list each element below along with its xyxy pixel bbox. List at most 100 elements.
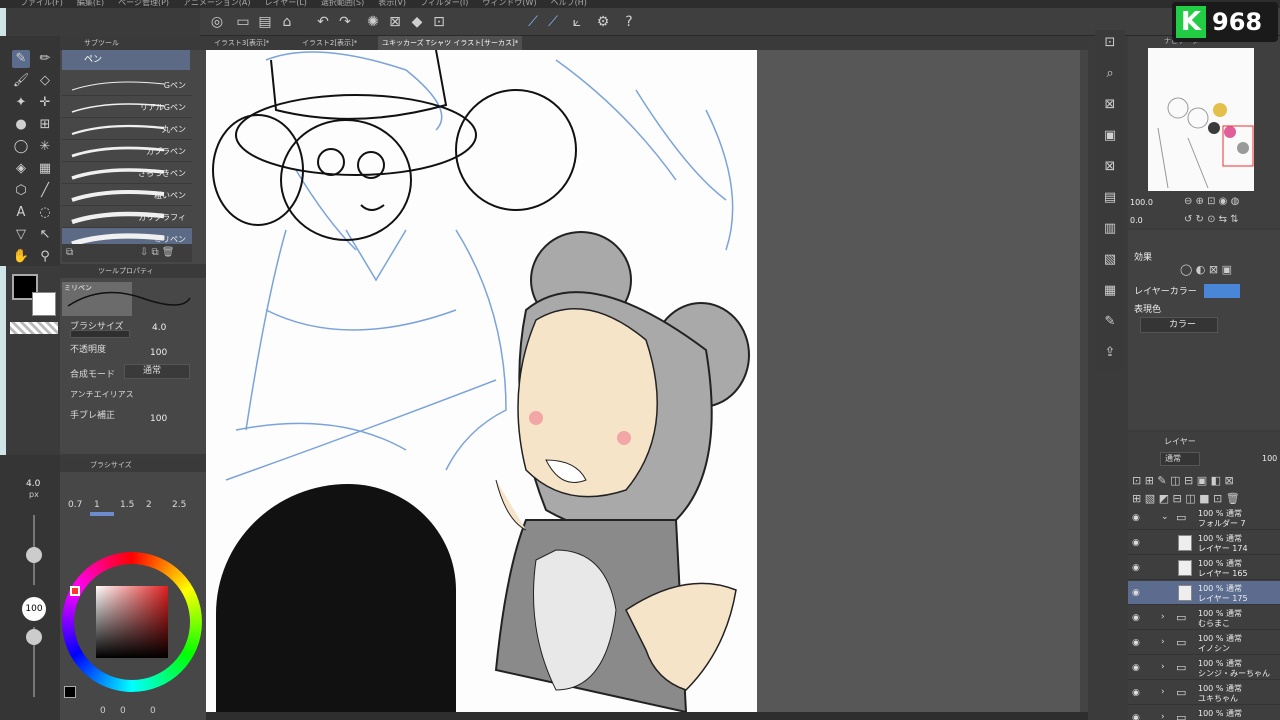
save-icon[interactable]: ⌂ [278,13,296,31]
share-icon[interactable]: ⇪ [1099,342,1121,364]
home-icon[interactable]: ◎ [208,13,226,31]
item-bank-icon[interactable]: ▧ [1099,249,1121,271]
edit-icon[interactable]: ✎ [1099,311,1121,333]
balloon-tool-icon[interactable]: ◌ [36,204,54,222]
text-tool-icon[interactable]: A [12,204,30,222]
navigator-thumbnail[interactable] [1148,48,1254,191]
layer-row[interactable]: ◉ › ▭ 100 % 通常 むらまこ [1128,606,1280,630]
eraser-tool-icon[interactable]: ◇ [36,72,54,90]
airbrush-tool-icon[interactable]: ✦ [12,94,30,112]
material-icon[interactable]: ▣ [1099,125,1121,147]
pencil-tool-icon[interactable]: ✏ [36,50,54,68]
layer-toolbar-icons[interactable]: ⊡ ⊞ ✎ ◫ ⊟ ▣ ◧ ⊠ ⊞ ▧ ◩ ⊟ ◫ ■ ⊡ 🗑 [1128,472,1280,508]
eye-icon[interactable]: ◉ [1132,638,1142,648]
new-file-icon[interactable]: ▭ [234,13,252,31]
brush-size-option[interactable]: 0.7 [68,500,82,510]
brush-size-option[interactable]: 2.5 [172,500,186,510]
brush-size-slider[interactable] [70,330,130,338]
chevron-icon[interactable]: › [1161,637,1165,647]
fill-tool-icon[interactable]: ◈ [12,160,30,178]
tab-document[interactable]: イラスト2[表示]* [298,36,361,50]
navigator-angle[interactable]: 0.0 [1130,216,1143,225]
layer-row[interactable]: ◉ ⌄ ▭ 100 % 通常 フォルダー 7 [1128,506,1280,530]
eye-icon[interactable]: ◉ [1132,688,1142,698]
undo-icon[interactable]: ↶ [314,13,332,31]
menu-item[interactable]: ページ管理(P) [118,0,169,8]
brush-item[interactable]: カブラペン [62,140,192,162]
menu-item[interactable]: アニメーション(A) [183,0,250,8]
layer-row[interactable]: ◉ 100 % 通常 レイヤー 174 [1128,531,1280,555]
brush-tool-icon[interactable]: 🖌 [12,72,30,90]
layer-row[interactable]: ◉ › ▭ 100 % 通常 ユキちゃん [1128,681,1280,705]
ruler-snap-icon[interactable]: ⟋ [524,13,542,31]
line-tool-icon[interactable]: ╱ [36,182,54,200]
eyedropper-tool-icon[interactable]: ⚲ [36,248,54,266]
lasso-tool-icon[interactable]: ◯ [12,138,30,156]
layer-property-icon[interactable]: ⊠ [1099,156,1121,178]
auto-action-icon[interactable]: ▥ [1099,218,1121,240]
opacity-value[interactable]: 100 [150,348,167,358]
pen-tool-icon[interactable]: ✎ [12,50,30,68]
blend-tool-icon[interactable]: ● [12,116,30,134]
eye-icon[interactable]: ◉ [1132,588,1142,598]
layer-row[interactable]: ◉ › ▭ 100 % 通常 イノシン [1128,631,1280,655]
tab-document[interactable]: ユキッカーズ Tシャツ イラスト[サーカス]* [378,36,523,50]
effect-buttons-icon[interactable]: ◯ ◐ ⊠ ▣ [1180,263,1232,276]
operation-tool-icon[interactable]: ↖ [36,226,54,244]
chevron-icon[interactable]: › [1161,687,1165,697]
redo-icon[interactable]: ↷ [336,13,354,31]
layer-row[interactable]: ◉ 100 % 通常 レイヤー 175 [1128,581,1280,605]
color-swatches[interactable] [6,270,60,330]
layer-opacity[interactable]: 100 [1262,454,1277,463]
gradient-tool-icon[interactable]: ▦ [36,160,54,178]
navigator-zoom[interactable]: 100.0 [1130,198,1153,207]
brush-size-option[interactable]: 2 [146,500,152,510]
layer-color-swatch[interactable] [1204,284,1240,298]
sub-view-icon[interactable]: ⊠ [1099,94,1121,116]
navigator-toggle-icon[interactable]: ⊡ [1099,32,1121,54]
history-icon[interactable]: ▤ [1099,187,1121,209]
eye-icon[interactable]: ◉ [1132,538,1142,548]
menu-item[interactable]: ヘルプ(H) [551,0,587,8]
brush-size-option[interactable]: 1.5 [120,500,134,510]
menu-item[interactable]: 編集(E) [77,0,104,8]
brush-item[interactable]: リアルGペン [62,96,192,118]
fill-icon[interactable]: ◆ [408,13,426,31]
ruler-tool-icon[interactable]: ▽ [12,226,30,244]
layer-row[interactable]: ◉ › ▭ 100 % 通常 [1128,706,1280,720]
active-tool-tab[interactable]: ペン [62,50,190,70]
opacity-slider-knob[interactable] [26,629,42,645]
magic-wand-icon[interactable]: ✳ [36,138,54,156]
menu-item[interactable]: フィルター(I) [420,0,468,8]
help-icon[interactable]: ? [620,13,638,31]
blend-select[interactable]: 通常 [124,364,190,379]
move-tool-icon[interactable]: ✛ [36,94,54,112]
eye-icon[interactable]: ◉ [1132,663,1142,673]
layer-blend-select[interactable]: 通常 [1160,452,1200,466]
grid-tool-icon[interactable]: ⊞ [36,116,54,134]
hand-tool-icon[interactable]: ✋ [12,248,30,266]
eye-icon[interactable]: ◉ [1132,713,1142,720]
transparent-swatch[interactable] [10,322,58,334]
chevron-icon[interactable]: › [1161,612,1165,622]
layer-row[interactable]: ◉ 100 % 通常 レイヤー 165 [1128,556,1280,580]
clear-icon[interactable]: ⊠ [386,13,404,31]
settings-icon[interactable]: ⚙ [594,13,612,31]
animation-icon[interactable]: ▦ [1099,280,1121,302]
zoom-controls-icon[interactable]: ⊖ ⊕ ⊡ ◉ ◍ [1184,196,1239,207]
menu-item[interactable]: ファイル(F) [20,0,63,8]
horizontal-scrollbar[interactable] [206,712,1088,720]
brush-item[interactable]: 丸ペン [62,118,192,140]
brush-item[interactable]: ざらつきペン [62,162,192,184]
open-folder-icon[interactable]: ▤ [256,13,274,31]
expression-color-select[interactable]: カラー [1140,317,1218,333]
search-icon[interactable]: ⌕ [1099,63,1121,85]
menu-item[interactable]: 表示(V) [378,0,406,8]
rotate-controls-icon[interactable]: ↺ ↻ ⊙ ⇆ ⇅ [1184,214,1239,225]
saturation-value-square[interactable] [96,586,168,658]
hue-marker[interactable] [70,586,80,596]
chevron-icon[interactable]: › [1161,712,1165,720]
eye-icon[interactable]: ◉ [1132,613,1142,623]
brightness-icon[interactable]: ✺ [364,13,382,31]
eye-icon[interactable]: ◉ [1132,563,1142,573]
